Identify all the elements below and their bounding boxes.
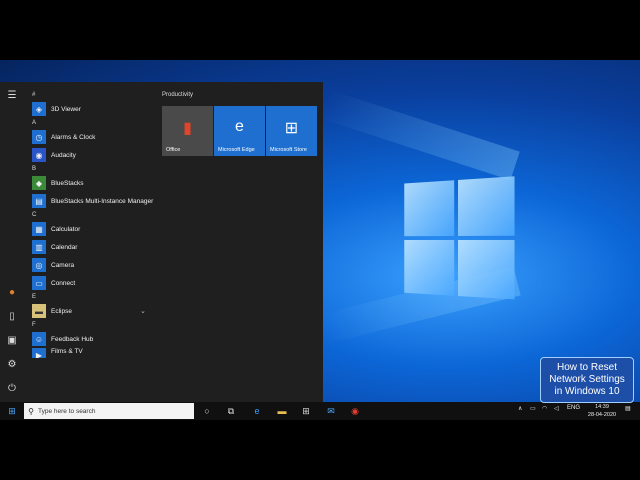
language-indicator[interactable]: ENG bbox=[567, 405, 580, 411]
productivity-header: Productivity bbox=[162, 92, 194, 98]
wifi-icon[interactable]: ◠ bbox=[542, 405, 547, 412]
hamburger-menu-icon[interactable]: ☰ bbox=[6, 90, 18, 102]
app-calculator[interactable]: ▦ Calculator bbox=[28, 220, 158, 238]
tray-chevron-up-icon[interactable]: ∧ bbox=[518, 405, 522, 412]
notification-icon[interactable]: ▤ bbox=[625, 405, 631, 412]
app-alarms-clock[interactable]: ◷ Alarms & Clock bbox=[28, 128, 158, 146]
tile-microsoft-edge[interactable]: e Microsoft Edge bbox=[214, 106, 265, 156]
user-avatar-icon[interactable]: ● bbox=[6, 287, 18, 299]
search-box[interactable]: ⚲ Type here to search bbox=[24, 403, 194, 419]
app-calendar[interactable]: ▥ Calendar bbox=[28, 238, 158, 256]
task-view-icon[interactable]: ⧉ bbox=[225, 405, 237, 417]
start-rail: ☰ ● ▯ ▣ ⚙ ⏻ bbox=[0, 82, 24, 402]
office-icon: ▮ bbox=[183, 120, 192, 137]
film-icon: ▶ bbox=[32, 348, 46, 358]
connect-icon: ▭ bbox=[32, 276, 46, 290]
group-header[interactable]: E bbox=[32, 292, 158, 302]
app-bluestacks-mim[interactable]: ▤ BlueStacks Multi-Instance Manager bbox=[28, 192, 158, 210]
tile-microsoft-store[interactable]: ⊞ Microsoft Store bbox=[266, 106, 317, 156]
group-header[interactable]: # bbox=[32, 90, 158, 100]
app-list: # ◈ 3D Viewer A ◷ Alarms & Clock ◉ Audacity… bbox=[28, 90, 158, 358]
calendar-icon: ▥ bbox=[32, 240, 46, 254]
file-explorer-icon[interactable]: ▬ bbox=[276, 405, 288, 417]
folder-icon: ▬ bbox=[32, 304, 46, 318]
clock[interactable]: 14:39 28-04-2020 bbox=[582, 403, 622, 419]
app-audacity[interactable]: ◉ Audacity bbox=[28, 146, 158, 164]
letterbox-bottom bbox=[0, 420, 640, 480]
app-bluestacks[interactable]: ◆ BlueStacks bbox=[28, 174, 158, 192]
app-feedback-hub[interactable]: ☺ Feedback Hub bbox=[28, 330, 158, 348]
bluestacks-icon: ◆ bbox=[32, 176, 46, 190]
chrome-icon[interactable]: ◉ bbox=[349, 405, 361, 417]
store-icon[interactable]: ⊞ bbox=[300, 405, 312, 417]
edge-icon: e bbox=[235, 118, 244, 135]
app-connect[interactable]: ▭ Connect bbox=[28, 274, 158, 292]
edge-icon[interactable]: e bbox=[251, 405, 263, 417]
start-menu: ☰ ● ▯ ▣ ⚙ ⏻ # ◈ 3D Viewer A ◷ Alarms & Clo… bbox=[0, 82, 323, 402]
search-icon: ⚲ bbox=[28, 406, 34, 416]
cube-icon: ◈ bbox=[32, 102, 46, 116]
power-icon[interactable]: ⏻ bbox=[6, 383, 18, 395]
pictures-icon[interactable]: ▣ bbox=[6, 335, 18, 347]
group-header[interactable]: B bbox=[32, 164, 158, 174]
store-icon: ⊞ bbox=[284, 120, 299, 137]
settings-gear-icon[interactable]: ⚙ bbox=[6, 359, 18, 371]
group-header[interactable]: A bbox=[32, 118, 158, 128]
camera-icon: ◎ bbox=[32, 258, 46, 272]
taskbar: ⊞ ⚲ Type here to search ○ ⧉ e ▬ ⊞ ✉ ◉ ∧ … bbox=[0, 402, 640, 420]
app-camera[interactable]: ◎ Camera bbox=[28, 256, 158, 274]
letterbox-top bbox=[0, 0, 640, 60]
app-films-tv[interactable]: ▶ Films & TV bbox=[28, 348, 158, 358]
cortana-icon[interactable]: ○ bbox=[201, 405, 213, 417]
tile-office[interactable]: ▮ Office bbox=[162, 106, 213, 156]
light-beam bbox=[320, 89, 520, 181]
documents-icon[interactable]: ▯ bbox=[6, 311, 18, 323]
headphones-icon: ◉ bbox=[32, 148, 46, 162]
clock-icon: ◷ bbox=[32, 130, 46, 144]
document-icon: ▤ bbox=[32, 194, 46, 208]
network-icon[interactable]: ▭ bbox=[530, 405, 536, 412]
start-windows-icon[interactable]: ⊞ bbox=[6, 405, 18, 417]
chevron-down-icon[interactable]: ⌄ bbox=[140, 307, 146, 315]
app-3d-viewer[interactable]: ◈ 3D Viewer bbox=[28, 100, 158, 118]
windows-logo bbox=[404, 176, 519, 304]
group-header[interactable]: C bbox=[32, 210, 158, 220]
app-eclipse[interactable]: ▬ Eclipse ⌄ bbox=[28, 302, 158, 320]
feedback-icon: ☺ bbox=[32, 332, 46, 346]
group-header[interactable]: F bbox=[32, 320, 158, 330]
mail-icon[interactable]: ✉ bbox=[325, 405, 337, 417]
volume-icon[interactable]: ◁ bbox=[554, 405, 559, 412]
video-title-overlay: How to Reset Network Settings in Windows… bbox=[540, 357, 634, 403]
calculator-icon: ▦ bbox=[32, 222, 46, 236]
